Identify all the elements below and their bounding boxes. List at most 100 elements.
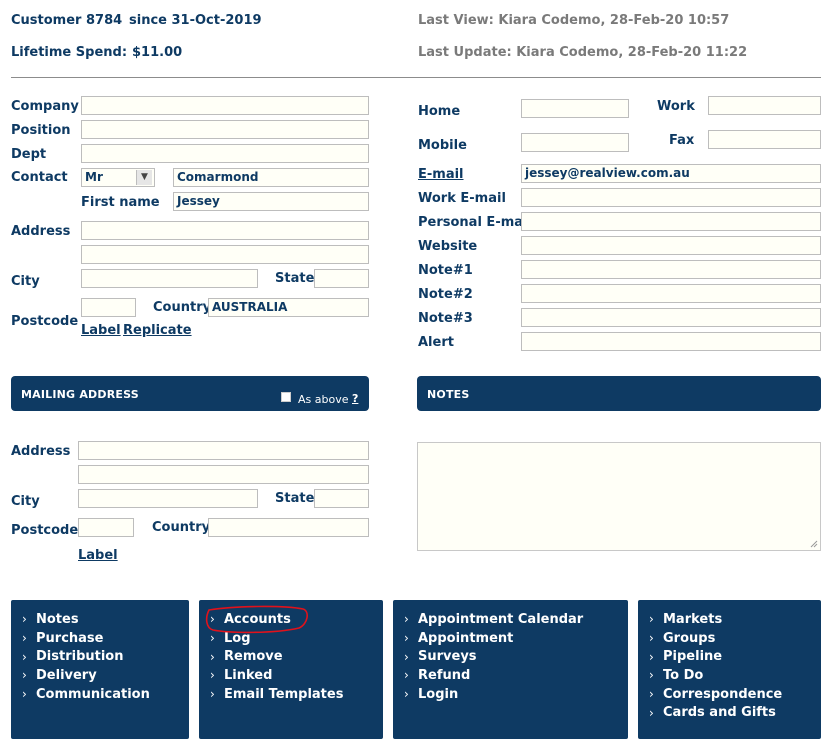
label-link[interactable]: Label — [81, 323, 121, 338]
note3-input[interactable] — [521, 308, 821, 327]
mailing-address-panel: MAILING ADDRESS As above ? — [11, 376, 369, 411]
alert-input[interactable] — [521, 332, 821, 351]
surname-input[interactable]: Comarmond — [173, 168, 369, 187]
email-input[interactable]: jessey@realview.com.au — [521, 164, 821, 183]
menu-item-refund[interactable]: › Refund — [404, 666, 628, 685]
menu-item-surveys[interactable]: › Surveys — [404, 647, 628, 666]
salutation-select[interactable]: Mr ▼ — [81, 168, 155, 187]
mobile-input[interactable] — [521, 133, 629, 152]
chevron-right-icon: › — [404, 687, 409, 702]
mailing-city-input[interactable] — [78, 489, 258, 508]
menu-item-cards-and-gifts[interactable]: › Cards and Gifts — [649, 703, 821, 722]
menu-item-correspondence[interactable]: › Correspondence — [649, 685, 821, 704]
mailing-postcode-input[interactable] — [78, 518, 134, 537]
city-label: City — [11, 274, 40, 289]
chevron-right-icon: › — [649, 612, 654, 627]
header-divider — [11, 77, 821, 78]
as-above-checkbox[interactable] — [281, 392, 291, 402]
country-input[interactable]: AUSTRALIA — [208, 298, 369, 317]
mailing-country-label: Country — [152, 520, 211, 535]
note3-label: Note#3 — [418, 311, 473, 326]
firstname-input[interactable]: Jessey — [173, 192, 369, 211]
email-label-link[interactable]: E-mail — [418, 167, 464, 182]
menu-item-groups[interactable]: › Groups — [649, 629, 821, 648]
resize-handle-icon[interactable] — [810, 540, 818, 548]
notes-textarea[interactable] — [417, 442, 821, 551]
firstname-label: First name — [81, 195, 160, 210]
chevron-right-icon: › — [210, 668, 215, 683]
city-input[interactable] — [81, 269, 258, 288]
state-label: State — [275, 271, 315, 286]
note2-label: Note#2 — [418, 287, 473, 302]
menu-box-4: › Markets › Groups › Pipeline › To Do › Corre… — [638, 600, 821, 739]
help-link[interactable]: ? — [352, 392, 358, 405]
address-line2-input[interactable] — [81, 245, 369, 264]
address-line1-input[interactable] — [81, 221, 369, 240]
chevron-right-icon: › — [404, 668, 409, 683]
salutation-value: Mr — [85, 170, 103, 184]
chevron-right-icon: › — [649, 687, 654, 702]
fax-input[interactable] — [708, 130, 821, 149]
alert-label: Alert — [418, 335, 454, 350]
chevron-right-icon: › — [22, 668, 27, 683]
customer-since: since 31-Oct-2019 — [129, 13, 262, 28]
menu-item-appointment-calendar[interactable]: › Appointment Calendar — [404, 610, 628, 629]
home-phone-input[interactable] — [521, 99, 629, 118]
mailing-address-line1-input[interactable] — [78, 441, 369, 460]
chevron-down-icon[interactable]: ▼ — [136, 170, 152, 185]
menu-item-delivery[interactable]: › Delivery — [22, 666, 189, 685]
website-input[interactable] — [521, 236, 821, 255]
mailing-label-link[interactable]: Label — [78, 548, 118, 563]
note2-input[interactable] — [521, 284, 821, 303]
replicate-link[interactable]: Replicate — [123, 323, 192, 338]
country-label: Country — [153, 300, 212, 315]
chevron-right-icon: › — [210, 687, 215, 702]
menu-item-appointment[interactable]: › Appointment — [404, 629, 628, 648]
chevron-right-icon: › — [404, 649, 409, 664]
chevron-right-icon: › — [404, 612, 409, 627]
notes-title: NOTES — [427, 388, 470, 401]
mailing-state-input[interactable] — [314, 489, 369, 508]
menu-item-linked[interactable]: › Linked — [210, 666, 383, 685]
chevron-right-icon: › — [210, 649, 215, 664]
menu-item-pipeline[interactable]: › Pipeline — [649, 647, 821, 666]
postcode-input[interactable] — [81, 298, 136, 317]
personal-email-input[interactable] — [521, 212, 821, 231]
work-phone-input[interactable] — [708, 96, 821, 115]
menu-item-login[interactable]: › Login — [404, 685, 628, 704]
mailing-country-input[interactable] — [208, 518, 369, 537]
last-view: Last View: Kiara Codemo, 28-Feb-20 10:57 — [418, 13, 730, 28]
mailing-address-label: Address — [11, 444, 71, 459]
contact-label: Contact — [11, 170, 68, 185]
home-phone-label: Home — [418, 104, 461, 119]
work-phone-label: Work — [657, 99, 695, 114]
position-label: Position — [11, 123, 71, 138]
company-label: Company — [11, 99, 79, 114]
menu-item-email-templates[interactable]: › Email Templates — [210, 685, 383, 704]
personal-email-label: Personal E-mail — [418, 215, 532, 230]
state-input[interactable] — [314, 269, 369, 288]
accounts-highlight-annotation — [205, 605, 308, 634]
menu-item-remove[interactable]: › Remove — [210, 647, 383, 666]
menu-item-notes[interactable]: › Notes — [22, 610, 189, 629]
chevron-right-icon: › — [649, 668, 654, 683]
menu-item-purchase[interactable]: › Purchase — [22, 629, 189, 648]
work-email-input[interactable] — [521, 188, 821, 207]
position-input[interactable] — [81, 120, 369, 139]
fax-label: Fax — [669, 133, 695, 148]
customer-id: Customer 8784 — [11, 13, 123, 28]
mailing-address-line2-input[interactable] — [78, 465, 369, 484]
notes-panel: NOTES — [417, 376, 821, 411]
menu-item-communication[interactable]: › Communication — [22, 685, 189, 704]
dept-input[interactable] — [81, 144, 369, 163]
menu-item-markets[interactable]: › Markets — [649, 610, 821, 629]
note1-input[interactable] — [521, 260, 821, 279]
menu-box-1: › Notes › Purchase › Distribution › Delivery… — [11, 600, 189, 739]
chevron-right-icon: › — [22, 649, 27, 664]
mobile-label: Mobile — [418, 138, 467, 153]
company-input[interactable] — [81, 96, 369, 115]
dept-label: Dept — [11, 147, 47, 162]
menu-item-to-do[interactable]: › To Do — [649, 666, 821, 685]
menu-item-distribution[interactable]: › Distribution — [22, 647, 189, 666]
as-above-label: As above — [298, 393, 349, 406]
